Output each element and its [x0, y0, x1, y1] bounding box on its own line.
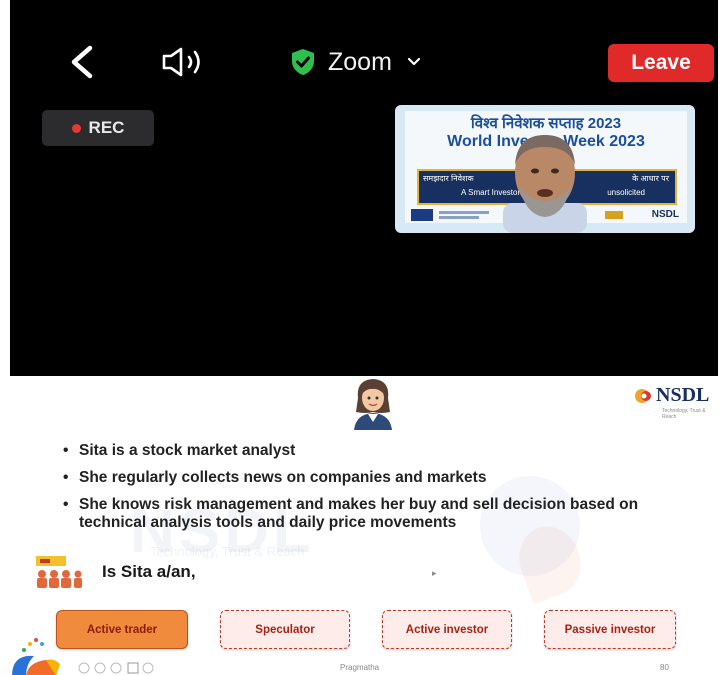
meeting-title: Zoom	[328, 47, 392, 76]
bullet-item: Sita is a stock market analyst	[63, 442, 703, 460]
zoom-window: Zoom Leave REC विश्व निवेशक सप्ताह 2023 …	[10, 0, 718, 675]
recording-badge: REC	[42, 110, 154, 146]
video-area: REC विश्व निवेशक सप्ताह 2023 World Inves…	[10, 100, 718, 376]
banner-strip-hindi: समझदार निवेशक	[423, 174, 474, 183]
chevron-left-icon[interactable]	[64, 44, 98, 80]
option-passive-investor[interactable]: Passive investor	[544, 610, 676, 649]
banner-nsdl-logo: NSDL	[651, 209, 679, 220]
bullet-item: She regularly collects news on companies…	[63, 469, 703, 487]
banner-strip-hindi-right: के आधार पर	[632, 174, 669, 183]
question-row: Is Sita a/an,	[34, 554, 196, 590]
top-toolbar: Zoom Leave	[10, 0, 718, 100]
colorful-logo-icon	[12, 638, 60, 675]
meeting-title-dropdown[interactable]: Zoom	[290, 40, 422, 84]
bullet-item: She knows risk management and makes her …	[63, 496, 703, 532]
businesswoman-icon	[354, 379, 392, 430]
chevron-down-icon	[407, 57, 421, 66]
recording-label: REC	[88, 118, 125, 137]
nsdl-tagline: Technology, Trust & Reach	[662, 408, 706, 420]
shared-slide: NSDL Technology, Trust & Reach NSDL Tech…	[10, 376, 718, 675]
answer-options: Active trader Speculator Active investor…	[10, 610, 718, 650]
scenario-bullets: Sita is a stock market analyst She regul…	[63, 442, 703, 541]
speaker-video-thumbnail[interactable]: विश्व निवेशक सप्ताह 2023 World Investor …	[395, 105, 695, 233]
speaker-icon[interactable]	[158, 44, 208, 80]
slide-controls-icons[interactable]	[74, 661, 194, 675]
nsdl-logo: NSDL Technology, Trust & Reach	[630, 380, 716, 424]
leave-button[interactable]: Leave	[608, 44, 714, 82]
audience-icon	[36, 556, 82, 588]
slide-footer: Pragmatha 80	[10, 661, 718, 675]
slide-footer-text: Pragmatha	[340, 663, 380, 672]
slide-page-number: 80	[660, 663, 669, 672]
banner-strip-english-right: unsolicited	[607, 188, 645, 197]
record-dot-icon	[71, 123, 81, 133]
nsdl-logo-text: NSDL	[656, 384, 710, 406]
option-speculator[interactable]: Speculator	[220, 610, 350, 649]
nsdl-mark-icon	[635, 389, 651, 403]
option-active-investor[interactable]: Active investor	[382, 610, 512, 649]
mouse-cursor-icon: ▸	[432, 568, 437, 578]
presenter-avatar	[503, 135, 587, 233]
question-text: Is Sita a/an,	[102, 562, 196, 581]
shield-check-icon	[292, 49, 314, 75]
